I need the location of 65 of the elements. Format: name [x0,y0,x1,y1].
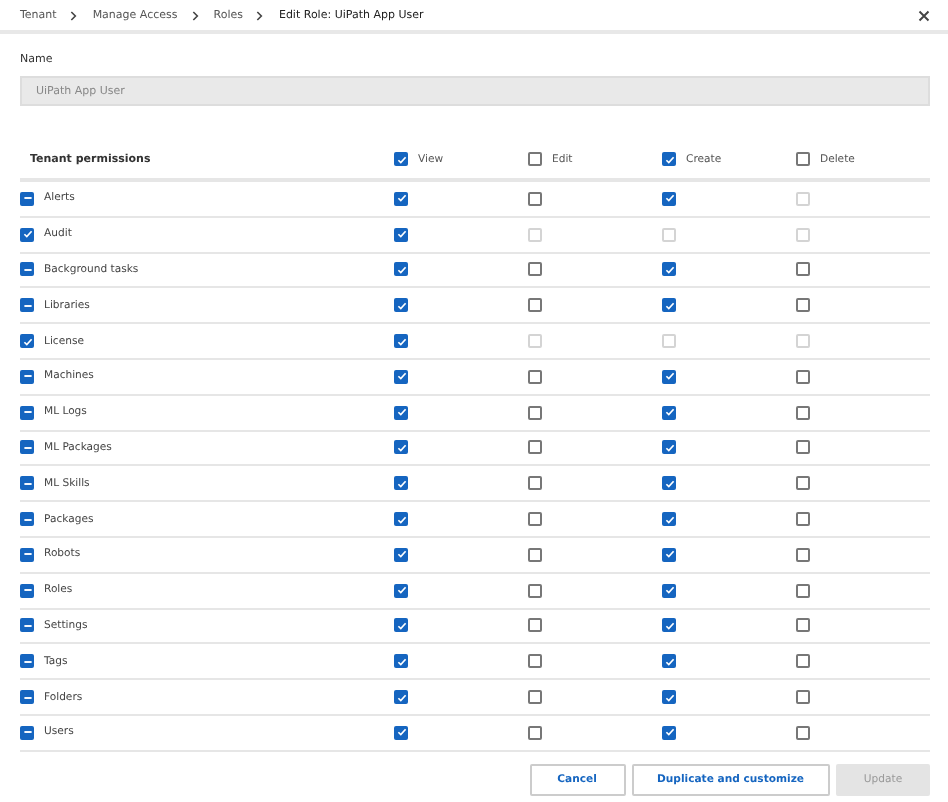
checkbox[interactable] [20,547,34,562]
checkbox[interactable] [394,191,408,206]
checkbox[interactable] [528,512,542,527]
checkbox[interactable] [796,298,810,313]
checkbox[interactable] [394,690,408,705]
checkbox[interactable] [20,512,34,527]
checkbox[interactable] [528,547,542,562]
chevron-icon [70,9,79,21]
checkbox[interactable] [662,690,676,705]
checkbox[interactable] [394,369,408,384]
checkbox[interactable] [20,298,34,313]
checkbox[interactable] [20,262,34,277]
checkbox[interactable] [20,654,34,669]
checkbox[interactable] [528,298,542,313]
checkbox[interactable] [528,191,542,206]
checkbox[interactable] [796,152,810,166]
checkbox[interactable] [796,512,810,527]
checkbox[interactable] [796,618,810,633]
checkbox[interactable] [20,191,34,206]
checkbox[interactable] [662,440,676,455]
checkbox[interactable] [796,440,810,455]
checkbox[interactable] [662,512,676,527]
checkbox[interactable] [528,725,542,740]
checkbox[interactable] [528,262,542,277]
checkbox[interactable] [394,512,408,527]
checkbox[interactable] [528,476,542,491]
checkbox[interactable] [796,476,810,491]
checkbox[interactable] [394,725,408,740]
checkbox[interactable] [20,476,34,491]
checkbox[interactable] [20,725,34,740]
checkbox[interactable] [394,618,408,633]
checkbox[interactable] [528,583,542,598]
checkbox[interactable] [394,262,408,277]
checkbox[interactable] [394,547,408,562]
checkbox[interactable] [20,405,34,420]
checkbox[interactable] [662,547,676,562]
checkbox[interactable] [528,369,542,384]
checkbox[interactable] [796,690,810,705]
checkbox[interactable] [20,369,34,384]
checkbox[interactable] [662,262,676,277]
checkbox[interactable] [20,440,34,455]
checkbox[interactable] [662,191,676,206]
chevron-icon [191,9,200,21]
checkbox[interactable] [796,725,810,740]
checkbox[interactable] [796,654,810,669]
checkbox[interactable] [662,725,676,740]
checkbox[interactable] [528,152,542,166]
checkbox[interactable] [20,583,34,598]
checkbox[interactable] [796,262,810,277]
checkbox[interactable] [528,654,542,669]
checkbox[interactable] [394,440,408,455]
checkbox[interactable] [528,618,542,633]
checkbox[interactable] [796,547,810,562]
checkbox[interactable] [20,690,34,705]
checkbox[interactable] [662,618,676,633]
checkbox[interactable] [528,405,542,420]
checkbox[interactable] [20,618,34,633]
checkbox[interactable] [528,440,542,455]
checkbox[interactable] [796,405,810,420]
close-icon[interactable] [918,9,930,21]
checkbox[interactable] [796,583,810,598]
chevron-icon [256,9,265,21]
checkbox[interactable] [528,690,542,705]
checkbox[interactable] [796,369,810,384]
checkbox[interactable] [662,369,676,384]
